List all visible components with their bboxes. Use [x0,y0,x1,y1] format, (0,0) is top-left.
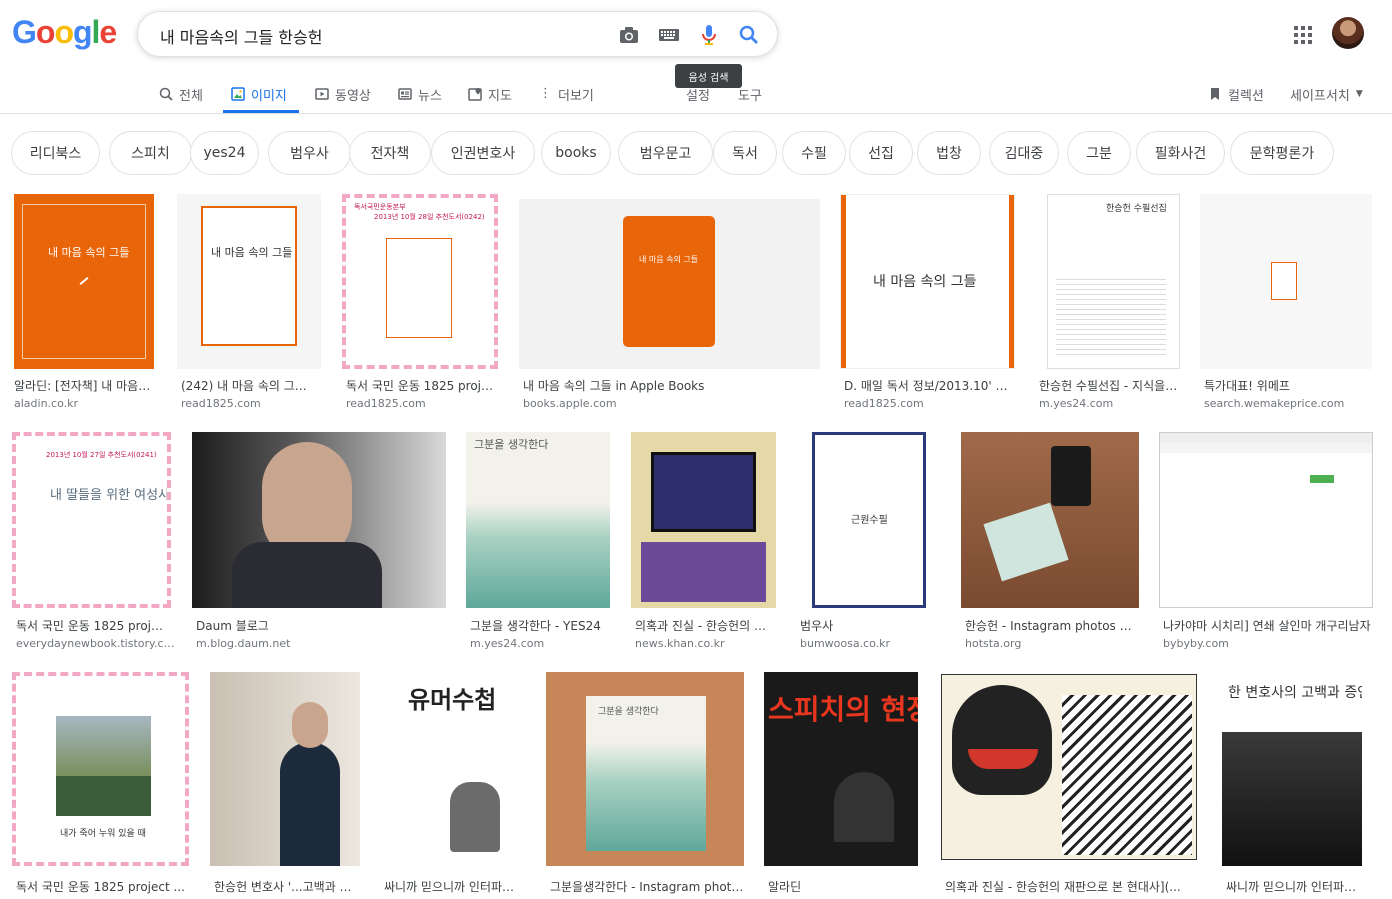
result-thumbnail[interactable]: 내 마음 속의 그들 [519,199,820,369]
result-thumbnail[interactable]: 내가 죽어 누워 있을 때 [12,672,189,866]
thumb-text: 한 변호사의 고백과 증언 [1228,685,1362,701]
result-thumbnail[interactable]: 스피치의 현장 [764,672,918,866]
result-thumbnail[interactable]: 그분을 생각한다 [466,432,610,608]
image-results-grid: 내 마음 속의 그들 알라딘: [전자책] 내 마음 속의 그들 aladin.… [0,0,1392,899]
result-caption[interactable]: 나카야마 시치리] 연쇄 살인마 개구리남자 [1163,617,1373,634]
thumb-text: 그분을 생각한다 [598,707,659,717]
result-thumbnail[interactable] [941,674,1197,860]
result-caption[interactable]: 독서 국민 운동 1825 project [346,377,496,394]
voice-search-tooltip: 음성 검색 [675,64,742,88]
result-caption[interactable]: 그분을생각한다 - Instagram photos [550,878,744,895]
result-caption[interactable]: 그분을 생각한다 - YES24 [470,617,610,634]
thumb-text: 스피치의 현장 [768,693,918,726]
result-source[interactable]: search.wemakeprice.com [1204,397,1374,410]
thumb-text: 내 마음 속의 그들 [211,246,293,259]
result-caption[interactable]: 한승헌 변호사 '...고백과 증언' [214,878,360,895]
result-source[interactable]: hotsta.org [965,637,1135,650]
result-caption[interactable]: 싸니까 믿으니까 인터파크도서 [1226,878,1366,895]
result-caption[interactable]: 알라딘 [768,878,918,895]
thumb-text: 2013년 10월 28일 추천도서(0242) [374,213,485,221]
thumb-text: 내 마음 속의 그들 [639,255,699,264]
result-source[interactable]: m.yes24.com [1039,397,1184,410]
result-caption[interactable]: 독서 국민 운동 1825 project [16,617,166,634]
result-thumbnail[interactable]: 내 마음 속의 그들 [14,194,154,369]
result-thumbnail[interactable]: 근원수필 [812,432,926,608]
result-caption[interactable]: 독서 국민 운동 1825 project ... [16,878,186,895]
result-source[interactable]: everydaynewbook.tistory.com [16,637,176,650]
thumb-text: 내 딸들을 위한 여성사 [50,488,171,503]
result-thumbnail[interactable]: 2013년 10월 27일 추천도서(0241) 내 딸들을 위한 여성사 [12,432,171,608]
result-caption[interactable]: 의혹과 진실 - 한승헌의 재판으로 본 현대사 [635,617,775,634]
result-source[interactable]: news.khan.co.kr [635,637,775,650]
thumb-text: 근원수필 [851,515,888,526]
result-source[interactable]: read1825.com [181,397,317,410]
thumb-text: 내 마음 속의 그들 [48,246,130,259]
result-caption[interactable]: 내 마음 속의 그들 in Apple Books [523,377,813,394]
result-thumbnail[interactable]: 한승헌 수필선집 [1047,194,1180,369]
result-source[interactable]: bumwoosa.co.kr [800,637,940,650]
result-thumbnail[interactable]: 유머수첩 [380,672,525,866]
result-source[interactable]: m.yes24.com [470,637,610,650]
thumb-header: 독서국민운동본부 [354,203,406,211]
thumb-text: 내 마음 속의 그들 [873,274,977,290]
result-source[interactable]: read1825.com [844,397,1012,410]
result-thumbnail[interactable] [631,432,776,608]
result-caption[interactable]: 의혹과 진실 - 한승헌의 재판으로 본 현대사](... [945,878,1197,895]
result-caption[interactable]: 알라딘: [전자책] 내 마음 속의 그들 [14,377,154,394]
result-thumbnail[interactable]: 그분을 생각한다 [546,672,744,866]
result-caption[interactable]: 특가대표! 위메프 [1204,377,1374,394]
result-thumbnail[interactable]: 내 마음 속의 그들 [177,194,321,369]
result-caption[interactable]: 싸니까 믿으니까 인터파크도서 [384,878,524,895]
thumb-header: 2013년 10월 27일 추천도서(0241) [46,451,157,459]
result-thumbnail[interactable] [1200,194,1372,369]
result-caption[interactable]: Daum 블로그 [196,617,441,634]
result-source[interactable]: books.apple.com [523,397,813,410]
thumb-text: 그분을 생각한다 [474,438,549,451]
result-caption[interactable]: 한승헌 수필선집 - 지식을만드는지식 [1039,377,1184,394]
result-caption[interactable]: 한승헌 - Instagram photos and videos [965,617,1135,634]
result-thumbnail[interactable] [192,432,446,608]
result-caption[interactable]: D. 매일 독서 정보/2013.10' 추천도서 [844,377,1012,394]
result-thumbnail[interactable] [1159,432,1373,608]
result-thumbnail[interactable] [961,432,1139,608]
thumb-text: 한승헌 수필선집 [1106,204,1167,214]
result-thumbnail[interactable]: 내 마음 속의 그들 [840,194,1015,369]
result-source[interactable]: m.blog.daum.net [196,637,441,650]
result-caption[interactable]: 범우사 [800,617,940,634]
thumb-text: 유머수첩 [408,685,497,714]
result-source[interactable]: read1825.com [346,397,496,410]
result-source[interactable]: aladin.co.kr [14,397,154,410]
result-thumbnail[interactable]: 한 변호사의 고백과 증언 [1222,672,1362,866]
result-source[interactable]: bybyby.com [1163,637,1373,650]
thumb-text: 내가 죽어 누워 있을 때 [60,829,146,839]
result-caption[interactable]: (242) 내 마음 속의 그들 - 한승헌 [181,377,317,394]
result-thumbnail[interactable] [210,672,360,866]
result-thumbnail[interactable]: 독서국민운동본부 2013년 10월 28일 추천도서(0242) [342,194,498,369]
